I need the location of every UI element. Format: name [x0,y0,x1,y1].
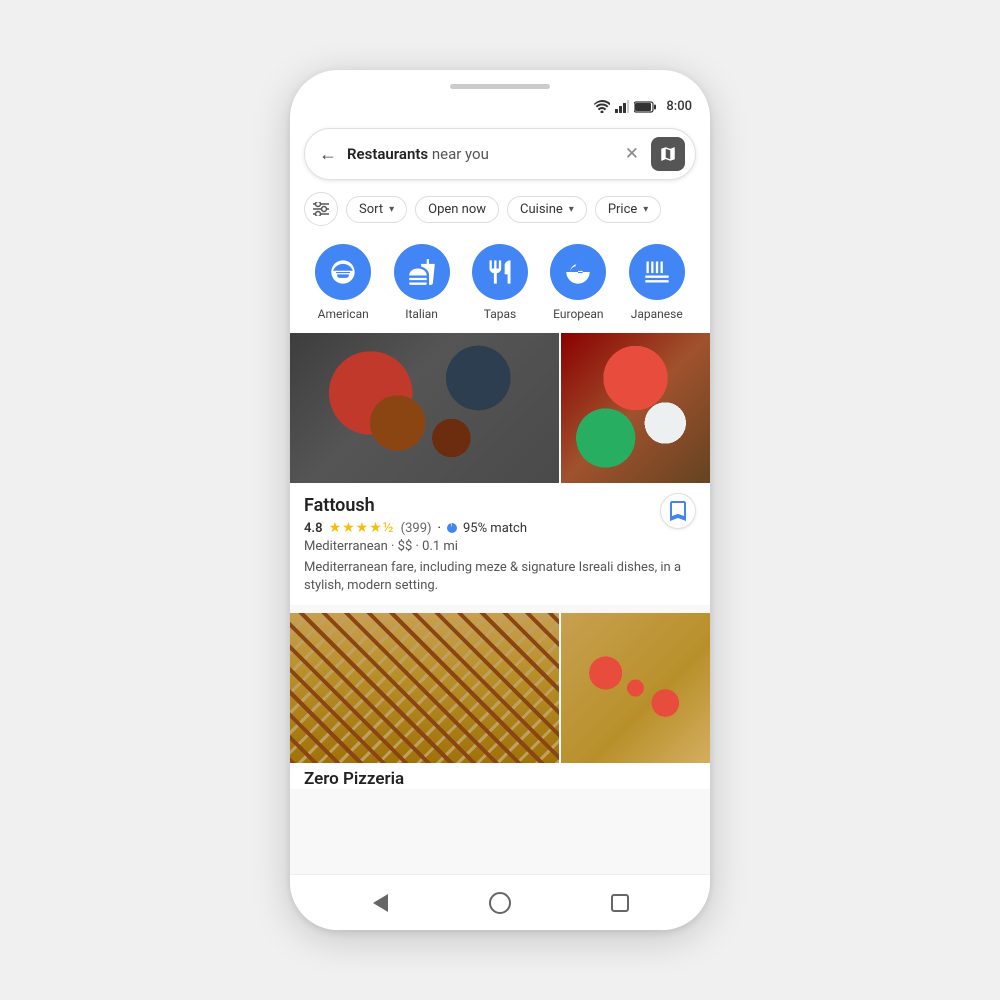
battery-icon [634,101,656,113]
category-italian[interactable]: Italian [392,244,452,321]
nav-back-button[interactable] [360,883,400,923]
categories-row: American Italian Tapas [290,234,710,333]
italian-circle [394,244,450,300]
fattoush-bookmark-button[interactable] [660,493,696,529]
burger-icon [329,258,357,286]
fattoush-name: Fattoush [304,495,696,516]
european-circle [550,244,606,300]
nav-home-button[interactable] [480,883,520,923]
cuisine-chip[interactable]: Cuisine ▾ [507,196,587,223]
cutlery-icon [486,258,514,286]
sort-chip-label: Sort [359,202,383,217]
zero-pizzeria-card[interactable]: Zero Pizzeria [290,613,710,789]
bottom-nav [290,874,710,930]
open-now-chip-label: Open now [428,202,486,217]
bookmark-icon [670,501,686,521]
recents-square-icon [611,894,629,912]
filter-icon [313,202,329,216]
signal-icon [615,100,629,113]
category-american[interactable]: American [313,244,373,321]
filter-chips-row: Sort ▾ Open now Cuisine ▾ Price ▾ [290,188,710,234]
zero-pizzeria-image-side [561,613,710,763]
category-tapas[interactable]: Tapas [470,244,530,321]
phone-notch [290,70,710,95]
fattoush-meta: Mediterranean · $$ · 0.1 mi [304,539,696,554]
nav-recents-button[interactable] [600,883,640,923]
match-pct: 95% match [463,521,527,536]
bowl-icon [564,258,592,286]
fattoush-image-side [561,333,710,483]
fattoush-review-count: (399) [401,521,432,536]
search-bar-wrap: ← Restaurants near you ✕ [290,118,710,188]
status-time: 8:00 [666,99,692,114]
search-query-light: near you [428,145,489,163]
sort-chip[interactable]: Sort ▾ [346,196,407,223]
results-list: Fattoush 4.8 ★★★★½ (399) · 95% match Med… [290,333,710,874]
european-label: European [553,307,603,321]
price-chip-arrow: ▾ [643,204,648,215]
category-japanese[interactable]: Japanese [627,244,687,321]
open-now-chip[interactable]: Open now [415,196,499,223]
back-triangle-icon [373,894,388,912]
tapas-circle [472,244,528,300]
clear-button[interactable]: ✕ [625,144,639,164]
phone-shell: 8:00 ← Restaurants near you ✕ [290,70,710,930]
noodles-icon [643,258,671,286]
price-chip-label: Price [608,202,637,217]
filter-options-button[interactable] [304,192,338,226]
fattoush-info: Fattoush 4.8 ★★★★½ (399) · 95% match Med… [290,483,710,605]
home-circle-icon [489,892,511,914]
notch-pill [450,84,550,89]
status-bar: 8:00 [290,95,710,118]
fattoush-image-main [290,333,559,483]
map-icon [659,145,677,163]
fattoush-rating-row: 4.8 ★★★★½ (399) · 95% match [304,520,696,536]
fattoush-card[interactable]: Fattoush 4.8 ★★★★½ (399) · 95% match Med… [290,333,710,605]
american-circle [315,244,371,300]
back-button[interactable]: ← [319,144,337,165]
category-european[interactable]: European [548,244,608,321]
cuisine-chip-arrow: ▾ [569,204,574,215]
zero-pizzeria-name: Zero Pizzeria [290,763,710,789]
japanese-circle [629,244,685,300]
japanese-label: Japanese [631,307,683,321]
cuisine-chip-label: Cuisine [520,202,563,217]
fattoush-stars: ★★★★½ [329,520,395,536]
fattoush-rating: 4.8 [304,521,323,536]
tapas-label: Tapas [484,307,516,321]
italian-label: Italian [405,307,438,321]
match-dot [447,523,457,533]
price-chip[interactable]: Price ▾ [595,196,662,223]
fork-icon [408,258,436,286]
search-query[interactable]: Restaurants near you [347,145,613,163]
fattoush-desc: Mediterranean fare, including meze & sig… [304,559,696,595]
screen: ← Restaurants near you ✕ [290,118,710,874]
wifi-icon [594,100,610,113]
search-query-bold: Restaurants [347,145,428,163]
american-label: American [318,307,369,321]
zero-pizzeria-images [290,613,710,763]
status-icons [594,100,656,113]
search-bar: ← Restaurants near you ✕ [304,128,696,180]
zero-pizzeria-image-main [290,613,559,763]
map-button[interactable] [651,137,685,171]
sort-chip-arrow: ▾ [389,204,394,215]
fattoush-images [290,333,710,483]
